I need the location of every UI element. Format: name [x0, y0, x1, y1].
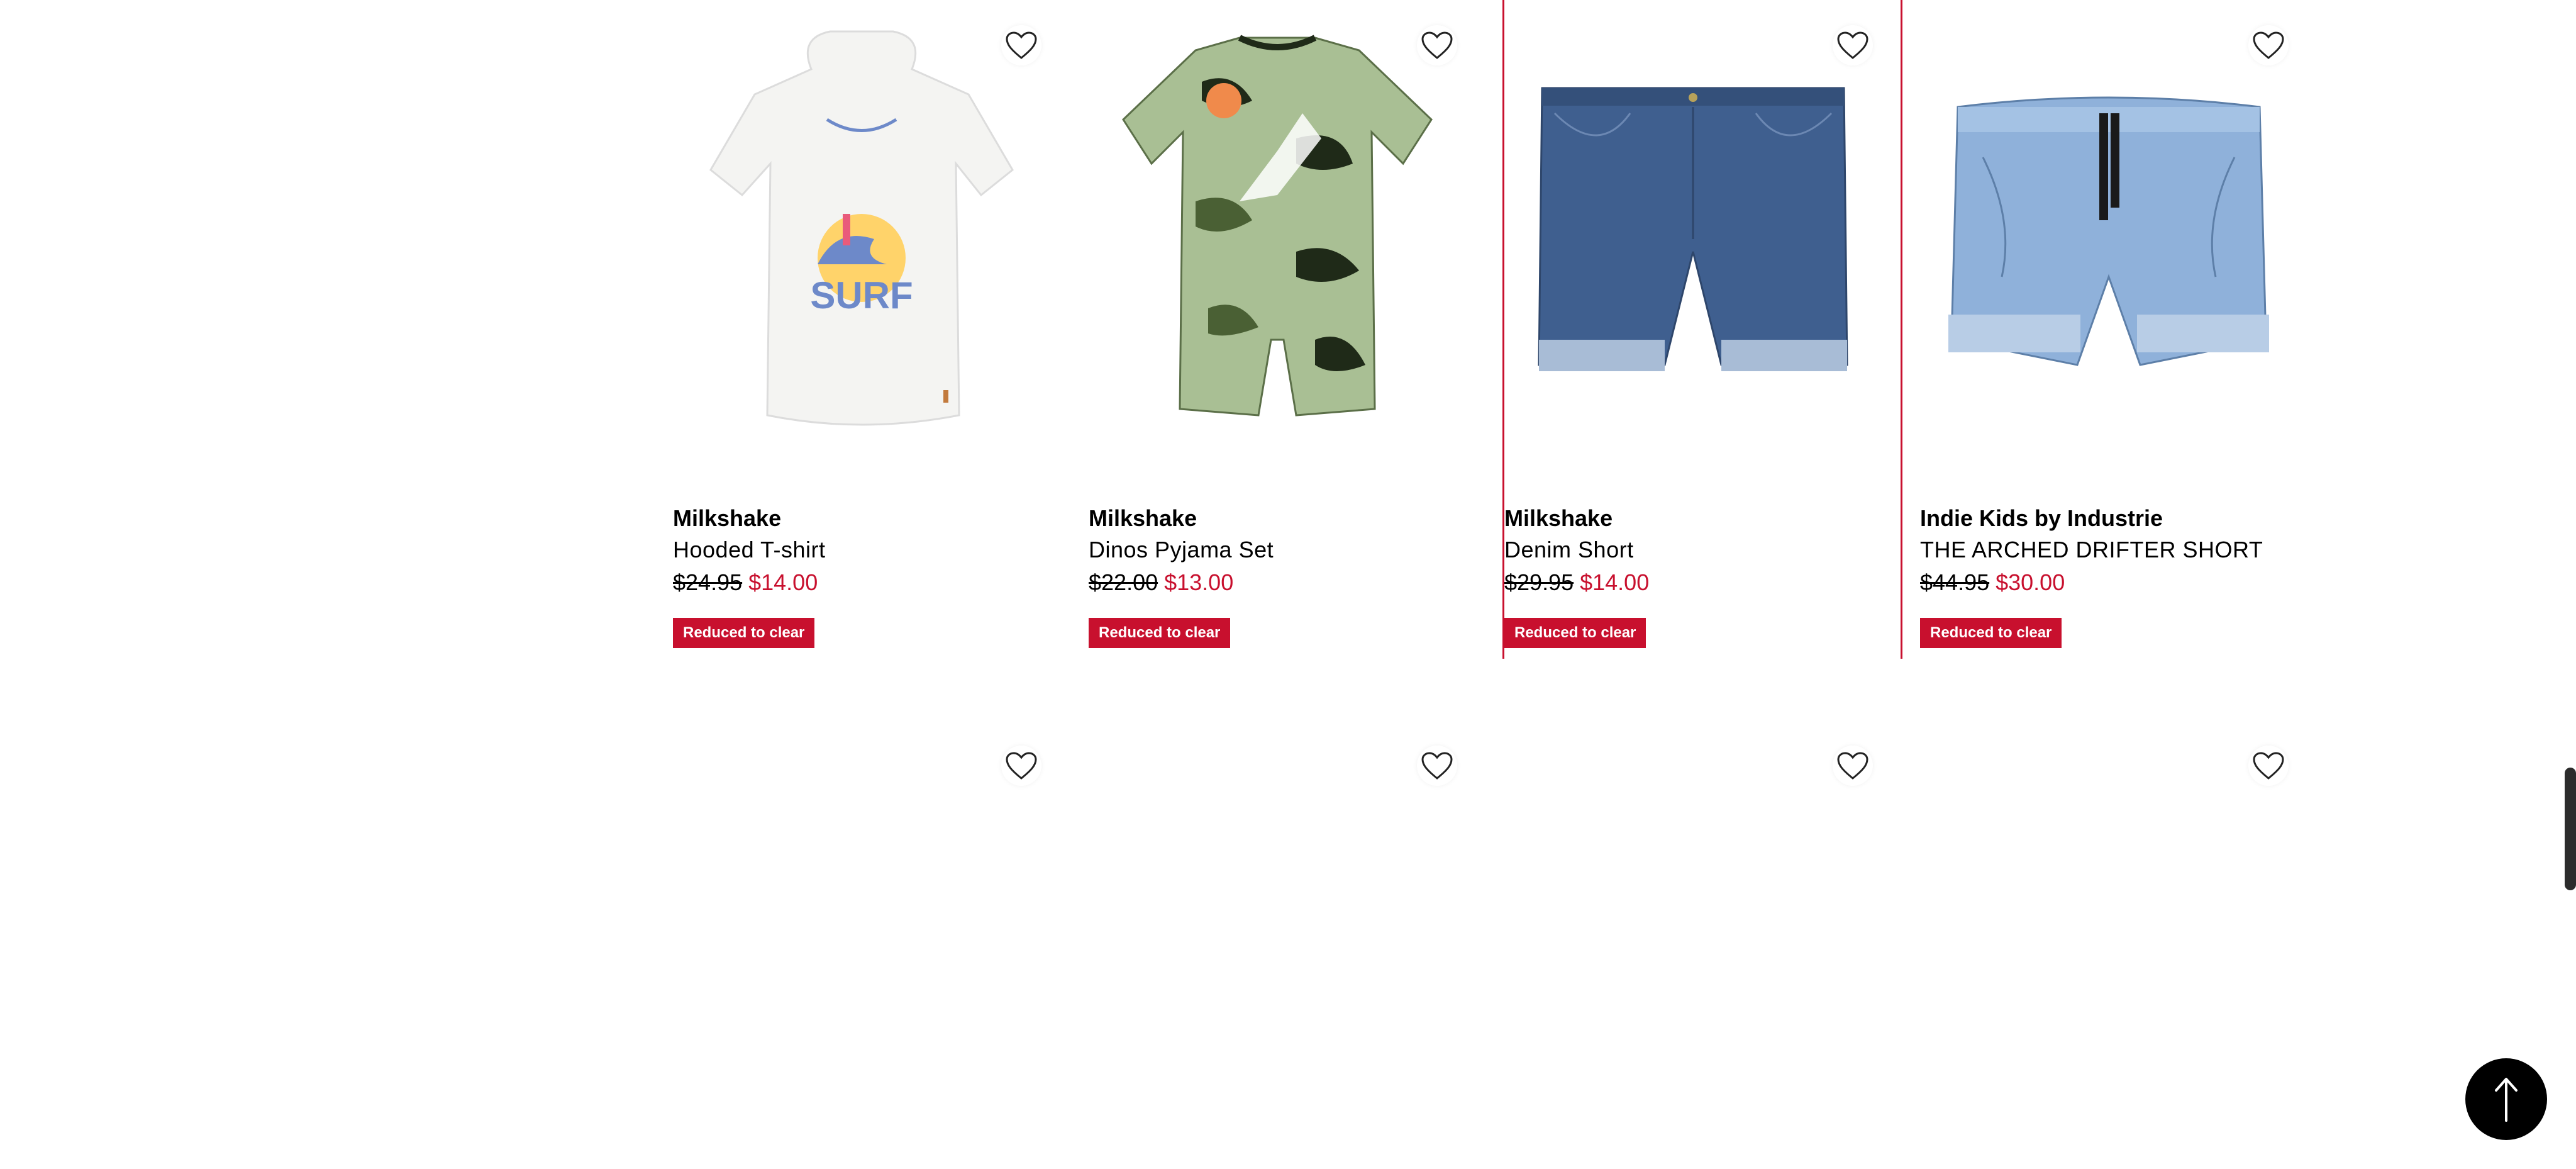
heart-outline-icon [2253, 752, 2284, 780]
product-price: $44.95 $30.00 [1920, 566, 2297, 599]
original-price: $44.95 [1920, 569, 1990, 595]
heart-outline-icon [1006, 752, 1037, 780]
heart-outline-icon [1837, 752, 1868, 780]
scrollbar-thumb[interactable] [2565, 768, 2576, 890]
product-name[interactable]: Dinos Pyjama Set [1089, 534, 1466, 566]
product-card-loading[interactable] [1089, 720, 1485, 1098]
product-card[interactable]: SURF Milkshake Hooded T-shirt $24.95 $14.… [673, 0, 1069, 661]
sale-badge: Reduced to clear [673, 618, 815, 648]
product-image[interactable]: SURF [673, 13, 1050, 453]
product-name[interactable]: Hooded T-shirt [673, 534, 1050, 566]
product-card-loading[interactable] [1504, 720, 1901, 1098]
favourite-button[interactable] [2248, 746, 2289, 786]
sale-price: $14.00 [1580, 569, 1650, 595]
original-price: $24.95 [673, 569, 743, 595]
back-to-top-button[interactable] [2465, 1058, 2547, 1140]
product-brand[interactable]: Milkshake [1089, 503, 1466, 534]
product-grid-page: SURF Milkshake Hooded T-shirt $24.95 $14.… [0, 0, 2576, 1169]
product-image[interactable] [1920, 13, 2297, 453]
product-price: $24.95 $14.00 [673, 566, 1050, 599]
product-card-loading[interactable] [673, 720, 1069, 1098]
product-card[interactable]: Milkshake Dinos Pyjama Set $22.00 $13.00 … [1089, 0, 1485, 661]
product-brand[interactable]: Milkshake [1504, 503, 1882, 534]
arrow-up-icon [2495, 1078, 2518, 1122]
heart-outline-icon [1421, 752, 1453, 780]
product-name[interactable]: THE ARCHED DRIFTER SHORT [1920, 534, 2297, 566]
original-price: $29.95 [1504, 569, 1574, 595]
favourite-button[interactable] [1417, 746, 1457, 786]
sale-price: $14.00 [748, 569, 818, 595]
product-image[interactable] [1504, 13, 1882, 453]
sale-price: $30.00 [1996, 569, 2065, 595]
sale-badge: Reduced to clear [1920, 618, 2062, 648]
svg-text:SURF: SURF [810, 274, 913, 316]
product-image[interactable] [1089, 13, 1466, 453]
product-brand[interactable]: Milkshake [673, 503, 1050, 534]
sale-badge: Reduced to clear [1504, 618, 1646, 648]
product-card[interactable]: Indie Kids by Industrie THE ARCHED DRIFT… [1920, 0, 2316, 661]
product-brand[interactable]: Indie Kids by Industrie [1920, 503, 2297, 534]
sale-price: $13.00 [1164, 569, 1234, 595]
original-price: $22.00 [1089, 569, 1158, 595]
favourite-button[interactable] [1001, 746, 1041, 786]
product-card-loading[interactable] [1920, 720, 2316, 1098]
product-card-selected[interactable]: Milkshake Denim Short $29.95 $14.00 Reduc… [1502, 0, 1902, 659]
product-price: $29.95 $14.00 [1504, 566, 1882, 599]
favourite-button[interactable] [1833, 746, 1873, 786]
sale-badge: Reduced to clear [1089, 618, 1231, 648]
product-price: $22.00 $13.00 [1089, 566, 1466, 599]
product-name[interactable]: Denim Short [1504, 534, 1882, 566]
